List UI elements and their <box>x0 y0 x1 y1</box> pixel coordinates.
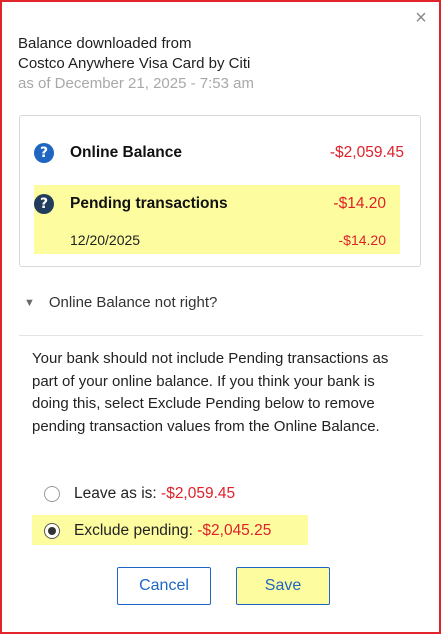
header-account-name: Costco Anywhere Visa Card by Citi <box>18 55 251 72</box>
pending-transactions-row: ? Pending transactions -$14.20 <box>34 190 386 218</box>
close-icon[interactable]: × <box>411 8 431 28</box>
toggle-label: Online Balance not right? <box>48 294 218 311</box>
option-leave-as-is[interactable]: Leave as is: -$2,059.45 <box>44 485 235 503</box>
leave-as-is-label: Leave as is: <box>74 485 157 502</box>
balance-summary-box: ? Online Balance -$2,059.45 ? Pending tr… <box>19 115 421 267</box>
dialog-frame: × Balance downloaded from Costco Anywher… <box>0 0 441 634</box>
online-balance-row: ? Online Balance -$2,059.45 <box>34 139 404 167</box>
radio-leave-as-is[interactable] <box>44 486 60 502</box>
pending-transaction-date: 12/20/2025 <box>70 232 141 248</box>
section-divider <box>19 335 423 336</box>
question-circle-icon[interactable]: ? <box>34 194 54 214</box>
exclude-pending-label: Exclude pending: <box>74 522 193 539</box>
leave-as-is-value: -$2,059.45 <box>161 485 236 502</box>
dialog-header: Balance downloaded from Costco Anywhere … <box>18 34 418 94</box>
pending-transaction-item: 12/20/2025 -$14.20 <box>70 226 386 254</box>
question-circle-icon[interactable]: ? <box>34 143 54 163</box>
radio-exclude-pending[interactable] <box>44 523 60 539</box>
radio-selected-dot <box>48 527 56 535</box>
triangle-down-icon: ▼ <box>24 296 35 309</box>
option-exclude-pending[interactable]: Exclude pending: -$2,045.25 <box>44 522 271 540</box>
save-button[interactable]: Save <box>236 567 330 605</box>
cancel-button[interactable]: Cancel <box>117 567 211 605</box>
pending-transaction-amount: -$14.20 <box>338 232 386 248</box>
pending-explanation-text: Your bank should not include Pending tra… <box>32 350 389 435</box>
pending-transactions-value: -$14.20 <box>333 195 386 212</box>
header-source-line: Balance downloaded from <box>18 35 192 52</box>
header-timestamp: as of December 21, 2025 - 7:53 am <box>18 75 254 92</box>
online-balance-label: Online Balance <box>70 144 182 161</box>
pending-transactions-highlight: ? Pending transactions -$14.20 12/20/202… <box>34 185 400 254</box>
online-balance-value: -$2,059.45 <box>329 144 404 161</box>
online-balance-not-right-toggle[interactable]: ▼ Online Balance not right? <box>24 294 217 311</box>
exclude-pending-value: -$2,045.25 <box>197 522 272 539</box>
pending-transactions-label: Pending transactions <box>70 195 228 212</box>
